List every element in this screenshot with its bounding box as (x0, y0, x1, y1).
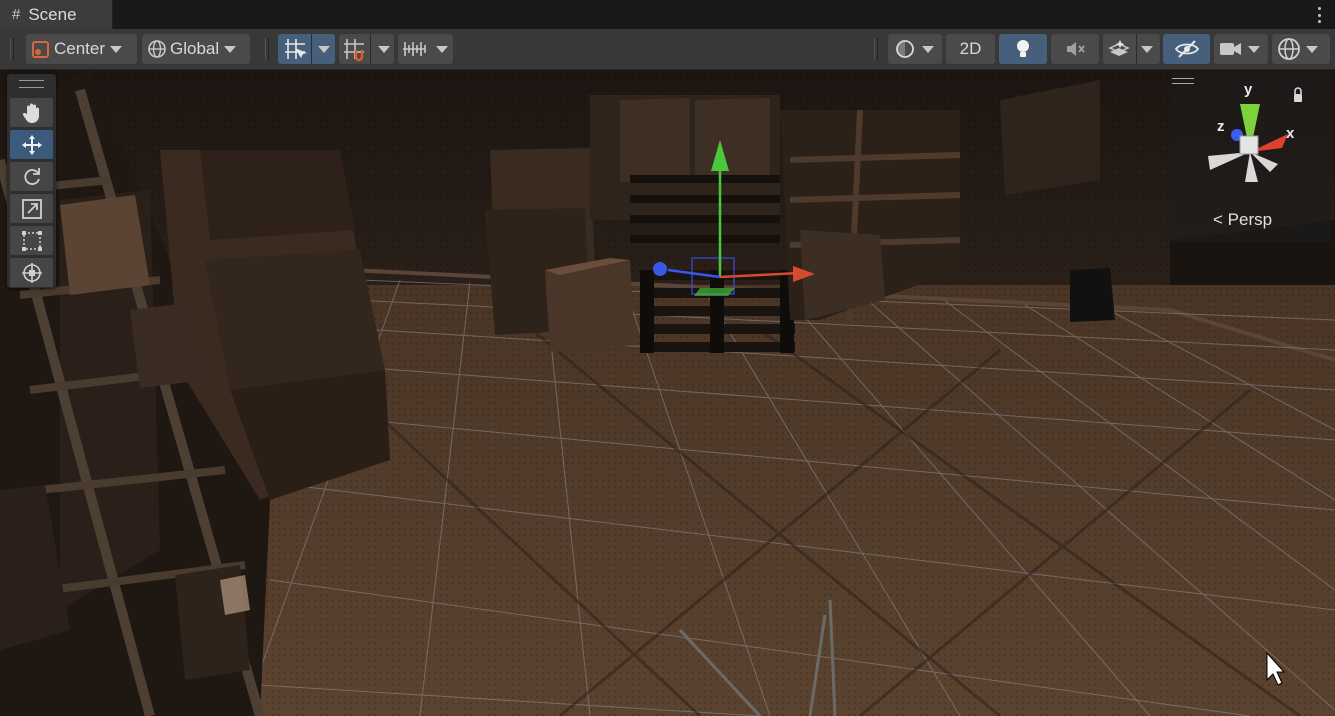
ruler-icon (403, 42, 426, 56)
projection-toggle[interactable]: < Persp (1213, 210, 1272, 230)
tab-scene[interactable]: # Scene (0, 0, 113, 29)
pivot-mode-label: Center (54, 39, 106, 58)
rotate-tool-icon (23, 167, 40, 185)
pivot-rotation-label: Global (170, 39, 220, 58)
chevron-down-icon (110, 45, 123, 53)
hash-icon: # (12, 6, 21, 23)
grid-visibility-toggle[interactable] (398, 34, 453, 64)
scale-tool-icon (21, 198, 42, 219)
hand-tool-icon (22, 103, 39, 123)
gizmos-dropdown[interactable] (1272, 34, 1330, 64)
y-axis-label: y (1244, 81, 1253, 98)
pivot-rotation-dropdown[interactable]: Global (142, 34, 250, 64)
rect-tool-icon (21, 230, 42, 251)
gizmos-icon (1278, 38, 1300, 60)
projection-label: Persp (1227, 210, 1273, 229)
scale-tool-button[interactable] (10, 194, 53, 223)
chevron-down-icon (1306, 45, 1318, 53)
shading-mode-icon (896, 40, 914, 58)
chevron-down-icon (436, 45, 448, 53)
2d-view-toggle[interactable]: 2D (946, 34, 995, 64)
scene-visibility-icon (1174, 40, 1199, 58)
orientation-gizmo-panel: y x z < Persp (1170, 72, 1330, 242)
grid-snap-toggle[interactable] (278, 34, 335, 64)
transform-tool-icon (21, 262, 42, 283)
2d-view-label: 2D (959, 39, 982, 58)
move-tool-icon (21, 134, 42, 155)
transform-tool-button[interactable] (10, 258, 53, 287)
tab-scene-label: Scene (28, 4, 77, 24)
hand-tool-button[interactable] (10, 98, 53, 127)
scene-toolbar: Center Global 2D (0, 29, 1335, 70)
shading-mode-dropdown[interactable] (888, 34, 942, 64)
toolbar-grip[interactable] (10, 38, 14, 60)
lighting-toggle[interactable] (999, 34, 1047, 64)
pivot-center-icon (32, 41, 49, 58)
globe-icon (148, 40, 166, 58)
rect-tool-button[interactable] (10, 226, 53, 255)
pivot-mode-dropdown[interactable]: Center (26, 34, 137, 64)
grid-snap-icon (285, 39, 307, 59)
more-options-icon[interactable] (1317, 7, 1321, 23)
divider (370, 34, 371, 64)
scene-render (0, 70, 1335, 716)
toolbar-grip[interactable] (265, 38, 269, 60)
divider (311, 34, 312, 64)
perspective-chevron-icon: < (1213, 210, 1223, 229)
effects-dropdown[interactable] (1103, 34, 1160, 64)
chevron-down-icon (318, 45, 330, 53)
chevron-down-icon (1141, 45, 1153, 53)
overlay-drag-handle[interactable] (19, 80, 44, 88)
audio-toggle[interactable] (1051, 34, 1099, 64)
x-axis-label: x (1286, 125, 1295, 142)
increment-snap-icon (344, 39, 364, 62)
audio-mute-icon (1067, 42, 1085, 56)
effects-icon (1108, 40, 1130, 56)
window-tab-bar: # Scene (0, 0, 1335, 29)
tools-overlay (7, 74, 56, 288)
scene-visibility-toggle[interactable] (1163, 34, 1210, 64)
increment-snap-toggle[interactable] (339, 34, 394, 64)
chevron-down-icon (378, 45, 390, 53)
camera-icon (1220, 43, 1241, 55)
lighting-icon (1017, 40, 1029, 57)
chevron-down-icon (1248, 45, 1260, 53)
rotate-tool-button[interactable] (10, 162, 53, 191)
camera-settings-dropdown[interactable] (1214, 34, 1268, 64)
toolbar-grip[interactable] (874, 38, 878, 60)
move-tool-button[interactable] (10, 130, 53, 159)
divider (1136, 34, 1137, 64)
chevron-down-icon (922, 45, 934, 53)
chevron-down-icon (224, 45, 237, 53)
z-axis-label: z (1217, 118, 1225, 135)
scene-viewport[interactable] (0, 70, 1335, 716)
